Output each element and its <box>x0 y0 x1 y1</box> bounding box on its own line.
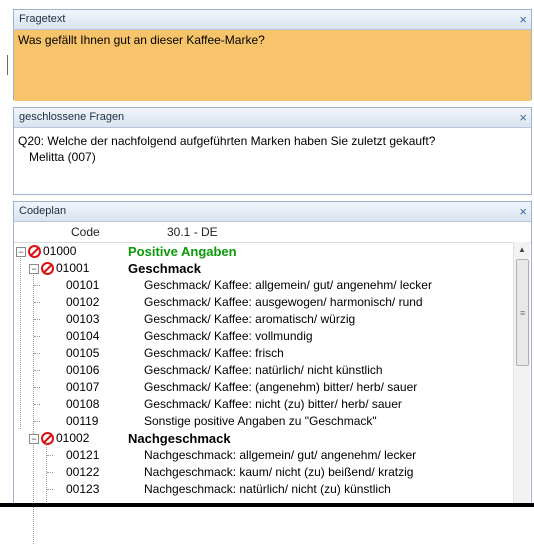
collapse-icon[interactable]: − <box>16 247 26 257</box>
left-edge <box>0 0 10 507</box>
tree-row-01001[interactable]: − 01001 Geschmack <box>14 260 531 277</box>
fragetext-title: Fragetext <box>19 13 66 25</box>
row-label: Geschmack/ Kaffee: allgemein/ gut/ angen… <box>144 278 432 292</box>
row-label: Nachgeschmack: natürlich/ nicht (zu) kün… <box>144 482 391 496</box>
row-code: 00105 <box>66 346 100 360</box>
row-label: Nachgeschmack: kaum/ nicht (zu) beißend/… <box>144 465 414 479</box>
row-label: Sonstige positive Angaben zu "Geschmack" <box>144 414 377 428</box>
row-code: 00102 <box>66 295 100 309</box>
row-label: Geschmack/ Kaffee: aromatisch/ würzig <box>144 312 356 326</box>
tree-row-00122[interactable]: 00122 Nachgeschmack: kaum/ nicht (zu) be… <box>14 464 531 481</box>
question-text: Was gefällt Ihnen gut an dieser Kaffee-M… <box>18 33 265 47</box>
collapse-icon[interactable]: − <box>29 434 39 444</box>
splitter-handle[interactable] <box>7 55 8 75</box>
closed-question-text: Q20: Welche der nachfolgend aufgeführten… <box>18 134 436 148</box>
tree-row-00104[interactable]: 00104 Geschmack/ Kaffee: vollmundig <box>14 328 531 345</box>
tree-line <box>34 421 40 422</box>
column-header-code[interactable]: Code <box>71 225 100 239</box>
tree-line <box>34 353 40 354</box>
row-code: 00101 <box>66 278 100 292</box>
row-label: Geschmack <box>128 261 201 276</box>
tree-row-00121[interactable]: 00121 Nachgeschmack: allgemein/ gut/ ang… <box>14 447 531 464</box>
closed-answer-text: Melitta (007) <box>29 150 96 164</box>
tree-row-00106[interactable]: 00106 Geschmack/ Kaffee: natürlich/ nich… <box>14 362 531 379</box>
tree-row-00102[interactable]: 00102 Geschmack/ Kaffee: ausgewogen/ har… <box>14 294 531 311</box>
close-icon[interactable]: × <box>519 108 527 127</box>
geschlossene-header: geschlossene Fragen × <box>14 108 531 128</box>
scroll-thumb[interactable]: ≡ <box>516 259 529 366</box>
row-label: Geschmack/ Kaffee: frisch <box>144 346 284 360</box>
geschlossene-fragen-panel: geschlossene Fragen × Q20: Welche der na… <box>13 107 532 195</box>
forbidden-icon <box>28 245 41 258</box>
bottom-border <box>0 503 534 507</box>
tree-row-01002[interactable]: − 01002 Nachgeschmack <box>14 430 531 447</box>
geschlossene-body: Q20: Welche der nachfolgend aufgeführten… <box>14 128 531 170</box>
geschlossene-title: geschlossene Fragen <box>19 111 125 123</box>
row-label: Geschmack/ Kaffee: nicht (zu) bitter/ he… <box>144 397 402 411</box>
row-code: 00106 <box>66 363 100 377</box>
row-label: Nachgeschmack: allgemein/ gut/ angenehm/… <box>144 448 417 462</box>
tree-row-01000[interactable]: − 01000 Positive Angaben <box>14 243 531 260</box>
fragetext-header: Fragetext × <box>14 10 531 30</box>
row-code: 00119 <box>66 414 99 428</box>
row-label: Geschmack/ Kaffee: ausgewogen/ harmonisc… <box>144 295 423 309</box>
tree-line <box>34 302 40 303</box>
row-label: Nachgeschmack <box>128 431 231 446</box>
codeplan-header: Codeplan × <box>14 202 531 222</box>
tree-line <box>34 285 40 286</box>
scroll-up-arrow-icon[interactable]: ▲ <box>514 242 530 258</box>
grip-icon: ≡ <box>520 308 526 318</box>
row-code: 00123 <box>66 482 100 496</box>
row-code: 00103 <box>66 312 100 326</box>
column-header-language[interactable]: 30.1 - DE <box>167 225 218 239</box>
tree-row-00101[interactable]: 00101 Geschmack/ Kaffee: allgemein/ gut/… <box>14 277 531 294</box>
tree-line <box>34 387 40 388</box>
row-code: 01001 <box>56 261 90 275</box>
tree-row-00108[interactable]: 00108 Geschmack/ Kaffee: nicht (zu) bitt… <box>14 396 531 413</box>
row-label: Geschmack/ Kaffee: natürlich/ nicht küns… <box>144 363 383 377</box>
tree-row-00119[interactable]: 00119 Sonstige positive Angaben zu "Gesc… <box>14 413 531 430</box>
codeplan-tree: − 01000 Positive Angaben − 01001 Geschma… <box>14 243 531 544</box>
fragetext-body: Was gefällt Ihnen gut an dieser Kaffee-M… <box>14 30 531 101</box>
tree-line <box>34 370 40 371</box>
tree-line <box>47 489 53 490</box>
tree-line <box>47 455 53 456</box>
row-label: Geschmack/ Kaffee: vollmundig <box>144 329 313 343</box>
row-code: 00108 <box>66 397 100 411</box>
tree-row-00105[interactable]: 00105 Geschmack/ Kaffee: frisch <box>14 345 531 362</box>
tree-line <box>34 404 40 405</box>
row-code: 00107 <box>66 380 100 394</box>
tree-row-00103[interactable]: 00103 Geschmack/ Kaffee: aromatisch/ wür… <box>14 311 531 328</box>
fragetext-panel: Fragetext × Was gefällt Ihnen gut an die… <box>13 9 532 101</box>
tree-line <box>47 472 53 473</box>
forbidden-icon <box>41 432 54 445</box>
codeplan-panel: Codeplan × Code 30.1 - DE − 01000 Positi… <box>13 201 532 544</box>
codeplan-column-header: Code 30.1 - DE <box>14 222 531 243</box>
row-code: 00122 <box>66 465 100 479</box>
vertical-scrollbar[interactable]: ▲ ≡ <box>513 242 530 504</box>
row-label: Positive Angaben <box>128 244 237 259</box>
row-label: Geschmack/ Kaffee: (angenehm) bitter/ he… <box>144 380 418 394</box>
close-icon[interactable]: × <box>519 202 527 221</box>
tree-line <box>34 319 40 320</box>
forbidden-icon <box>41 262 54 275</box>
row-code: 00104 <box>66 329 100 343</box>
tree-row-00123[interactable]: 00123 Nachgeschmack: natürlich/ nicht (z… <box>14 481 531 498</box>
close-icon[interactable]: × <box>519 10 527 29</box>
row-code: 00121 <box>66 448 100 462</box>
collapse-icon[interactable]: − <box>29 264 39 274</box>
tree-row-00107[interactable]: 00107 Geschmack/ Kaffee: (angenehm) bitt… <box>14 379 531 396</box>
row-code: 01002 <box>56 431 90 445</box>
row-code: 01000 <box>43 244 77 258</box>
tree-line <box>34 336 40 337</box>
codeplan-title: Codeplan <box>19 205 67 217</box>
